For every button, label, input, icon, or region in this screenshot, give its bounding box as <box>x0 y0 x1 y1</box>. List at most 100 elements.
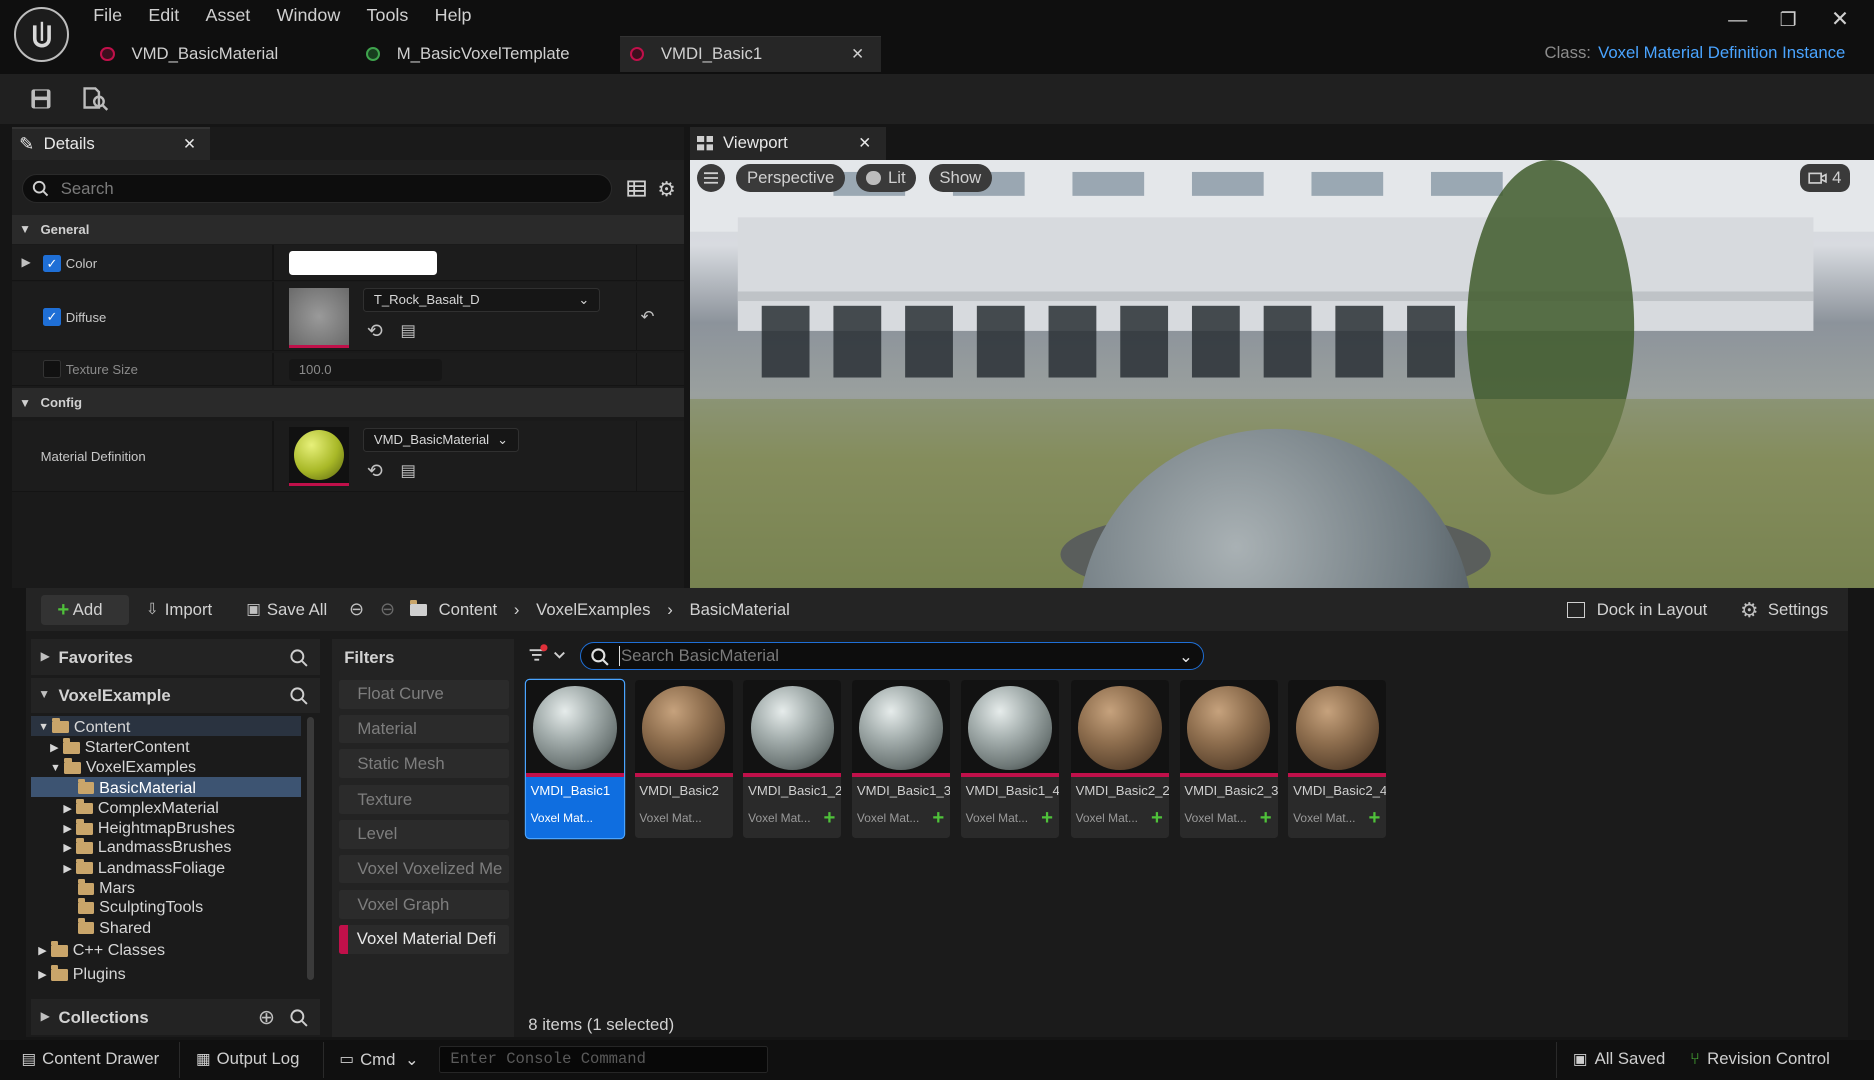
texture-size-checkbox[interactable] <box>43 359 61 378</box>
asset-tile[interactable]: VMDI_Basic2 Voxel Mat... <box>634 680 733 838</box>
filter-texture[interactable]: Texture <box>339 785 510 814</box>
browse-icon[interactable]: ▤ <box>400 320 416 341</box>
filter-level[interactable]: Level <box>339 819 510 849</box>
diffuse-asset-dropdown[interactable]: T_Rock_Basalt_D ⌄ <box>363 288 600 312</box>
save-all-button[interactable]: ▣ Save All <box>246 600 327 620</box>
perspective-button[interactable]: Perspective <box>736 163 846 193</box>
gear-icon[interactable]: ⚙ <box>657 177 675 202</box>
settings-button[interactable]: ⚙ Settings <box>1740 598 1828 623</box>
asset-tile[interactable]: VMDI_Basic2_4 Voxel Mat... + <box>1288 680 1387 838</box>
texture-size-field[interactable]: 100.0 <box>289 358 443 382</box>
add-collection-icon[interactable]: ⊕ <box>258 1005 275 1030</box>
asset-tile[interactable]: VMDI_Basic2_3 Voxel Mat... + <box>1179 680 1278 838</box>
tree-item-plugins[interactable]: ▶ Plugins <box>38 964 126 984</box>
menu-edit[interactable]: Edit <box>148 5 179 26</box>
search-icon[interactable] <box>289 648 308 667</box>
show-button[interactable]: Show <box>928 163 992 193</box>
revision-control-button[interactable]: ⑂ Revision Control <box>1690 1049 1830 1069</box>
tab-m-basicvoxeltemplate[interactable]: M_BasicVoxelTemplate <box>365 36 605 72</box>
add-button[interactable]: + Add <box>40 595 130 626</box>
texture-thumbnail[interactable] <box>289 288 349 348</box>
breadcrumb-voxelexamples[interactable]: VoxelExamples <box>536 600 650 620</box>
filter-voxel-material-definition[interactable]: Voxel Material Defi <box>339 925 510 954</box>
material-definition-thumbnail[interactable] <box>289 426 349 487</box>
tree-item-voxelexamples[interactable]: ▼ VoxelExamples <box>50 758 196 778</box>
filter-voxel-voxelized-mesh[interactable]: Voxel Voxelized Me <box>339 854 510 884</box>
menu-asset[interactable]: Asset <box>206 5 251 26</box>
search-icon[interactable] <box>289 686 308 705</box>
tree-item-startercontent[interactable]: ▶ StarterContent <box>50 737 190 757</box>
tree-scrollbar[interactable] <box>307 717 315 980</box>
filter-float-curve[interactable]: Float Curve <box>339 680 510 709</box>
save-icon[interactable] <box>24 84 57 115</box>
tab-vmdi-basic1[interactable]: VMDI_Basic1 ✕ <box>620 35 881 72</box>
asset-tile[interactable]: VMDI_Basic1 Voxel Mat... <box>525 680 624 838</box>
details-tab[interactable]: ✎ Details ✕ <box>11 126 211 161</box>
tree-item-complexmaterial[interactable]: ▶ ComplexMaterial <box>63 798 219 818</box>
collections-header[interactable]: ▶ Collections ⊕ <box>31 999 321 1035</box>
filter-material[interactable]: Material <box>339 714 510 744</box>
expand-icon[interactable]: ▶ <box>21 255 30 269</box>
menu-tools[interactable]: Tools <box>367 5 409 26</box>
close-window-icon[interactable]: ✕ <box>1831 7 1849 32</box>
viewport-scene[interactable] <box>689 160 1874 588</box>
use-selected-icon[interactable]: ⟲ <box>367 319 383 343</box>
diffuse-checkbox[interactable]: ✓ <box>43 308 61 327</box>
tree-item-heightmapbrushes[interactable]: ▶ HeightmapBrushes <box>63 819 235 839</box>
tree-item-content[interactable]: ▼ Content <box>38 717 130 737</box>
minimize-icon[interactable]: — <box>1728 10 1747 32</box>
color-checkbox[interactable]: ✓ <box>43 254 61 273</box>
filter-static-mesh[interactable]: Static Mesh <box>339 749 510 779</box>
console-command-input[interactable]: Enter Console Command <box>438 1045 769 1074</box>
color-swatch[interactable] <box>289 250 438 275</box>
tree-item-sculptingtools[interactable]: SculptingTools <box>77 898 203 918</box>
restore-icon[interactable]: ❐ <box>1780 8 1797 32</box>
close-details-icon[interactable]: ✕ <box>183 135 196 154</box>
tree-item-landmassbrushes[interactable]: ▶ LandmassBrushes <box>63 838 231 858</box>
tree-item-shared[interactable]: Shared <box>77 918 151 938</box>
cmd-dropdown[interactable]: ▭ Cmd ⌄ <box>339 1049 419 1070</box>
class-value-link[interactable]: Voxel Material Definition Instance <box>1598 43 1845 63</box>
chevron-down-icon[interactable]: ⌄ <box>1179 646 1193 667</box>
browse-icon[interactable]: ▤ <box>400 460 416 481</box>
section-general[interactable]: ▼ General <box>11 215 684 244</box>
lit-button[interactable]: Lit <box>855 163 917 193</box>
browse-asset-icon[interactable] <box>79 84 112 115</box>
asset-tile[interactable]: VMDI_Basic1_2 Voxel Mat... + <box>743 680 842 838</box>
search-icon[interactable] <box>289 1008 308 1027</box>
filter-voxel-graph[interactable]: Voxel Graph <box>339 890 510 920</box>
breadcrumb-content[interactable]: Content <box>439 600 498 620</box>
menu-window[interactable]: Window <box>277 5 341 26</box>
tree-item-landmassfoliage[interactable]: ▶ LandmassFoliage <box>63 858 225 878</box>
asset-tile[interactable]: VMDI_Basic1_3 Voxel Mat... + <box>852 680 951 838</box>
breadcrumb-basicmaterial[interactable]: BasicMaterial <box>689 600 789 620</box>
asset-search-input[interactable]: Search BasicMaterial ⌄ <box>579 641 1204 671</box>
camera-speed-button[interactable]: 4 <box>1799 163 1850 193</box>
table-view-icon[interactable] <box>627 179 647 198</box>
asset-tile[interactable]: VMDI_Basic2_2 Voxel Mat... + <box>1070 680 1169 838</box>
section-config[interactable]: ▼ Config <box>11 388 684 418</box>
import-button[interactable]: ⇩ Import <box>146 600 212 620</box>
details-search-input[interactable]: Search <box>21 174 612 204</box>
tree-item-mars[interactable]: Mars <box>77 878 135 898</box>
menu-file[interactable]: File <box>93 5 122 26</box>
viewport-tab[interactable]: Viewport ✕ <box>689 126 886 161</box>
material-definition-dropdown[interactable]: VMD_BasicMaterial ⌄ <box>363 427 519 452</box>
back-icon[interactable]: ⊖ <box>349 599 364 620</box>
filter-dropdown-button[interactable] <box>526 643 567 667</box>
close-tab-icon[interactable]: ✕ <box>851 45 864 64</box>
tree-item-basicmaterial[interactable]: BasicMaterial <box>77 778 196 798</box>
close-viewport-icon[interactable]: ✕ <box>858 134 871 153</box>
favorites-header[interactable]: ▶ Favorites <box>31 639 321 676</box>
forward-icon[interactable]: ⊖ <box>380 599 395 620</box>
asset-tile[interactable]: VMDI_Basic1_4 Voxel Mat... + <box>960 680 1059 838</box>
menu-help[interactable]: Help <box>435 5 472 26</box>
tree-item-cpp-classes[interactable]: ▶ C++ Classes <box>38 941 165 961</box>
all-saved-button[interactable]: ▣ All Saved <box>1573 1049 1665 1069</box>
project-header[interactable]: ▼ VoxelExample <box>31 677 321 714</box>
reset-to-default-icon[interactable]: ↶ <box>641 306 655 327</box>
content-drawer-button[interactable]: ▤ Content Drawer <box>22 1049 160 1069</box>
dock-in-layout-button[interactable]: Dock in Layout <box>1566 600 1707 620</box>
use-selected-icon[interactable]: ⟲ <box>367 459 383 483</box>
output-log-button[interactable]: ▦ Output Log <box>196 1049 299 1069</box>
